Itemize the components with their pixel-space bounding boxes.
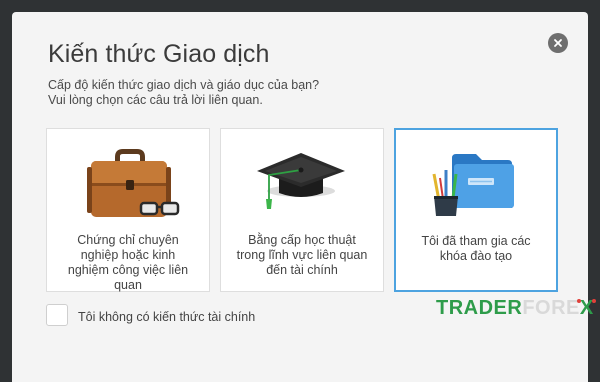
folder-pencils-icon (432, 154, 514, 216)
no-knowledge-checkbox[interactable] (46, 304, 68, 326)
watermark-text-b: FORE (522, 297, 580, 319)
close-icon (554, 39, 562, 47)
option-label: Tôi đã tham gia các khóa đào tạo (421, 234, 531, 263)
option-card-academic[interactable]: Bằng cấp học thuật trong lĩnh vực liên q… (220, 128, 384, 292)
briefcase-glasses-icon (87, 149, 180, 217)
option-label: Chứng chỉ chuyên nghiệp hoặc kinh nghiệm… (67, 233, 189, 292)
watermark-logo: TRADERFOREX (436, 297, 596, 320)
modal-title: Kiến thức Giao dịch (48, 40, 270, 68)
option-label: Bằng cấp học thuật trong lĩnh vực liên q… (236, 233, 368, 277)
watermark-text-c: X (576, 297, 596, 319)
option-card-training[interactable]: Tôi đã tham gia các khóa đào tạo (394, 128, 558, 292)
trading-knowledge-modal: Kiến thức Giao dịch Cấp độ kiến thức gia… (12, 12, 588, 382)
modal-subtitle: Cấp độ kiến thức giao dịch và giáo dục c… (48, 78, 408, 108)
subtitle-line-2: Vui lòng chọn các câu trả lời liên quan. (48, 93, 263, 107)
close-button[interactable] (548, 33, 568, 53)
graduation-cap-icon (257, 153, 345, 209)
watermark-text-a: TRADER (436, 297, 523, 319)
backdrop (0, 0, 600, 12)
subtitle-line-1: Cấp độ kiến thức giao dịch và giáo dục c… (48, 78, 320, 92)
option-card-professional[interactable]: Chứng chỉ chuyên nghiệp hoặc kinh nghiệm… (46, 128, 210, 292)
no-knowledge-label: Tôi không có kiến thức tài chính (78, 310, 256, 324)
